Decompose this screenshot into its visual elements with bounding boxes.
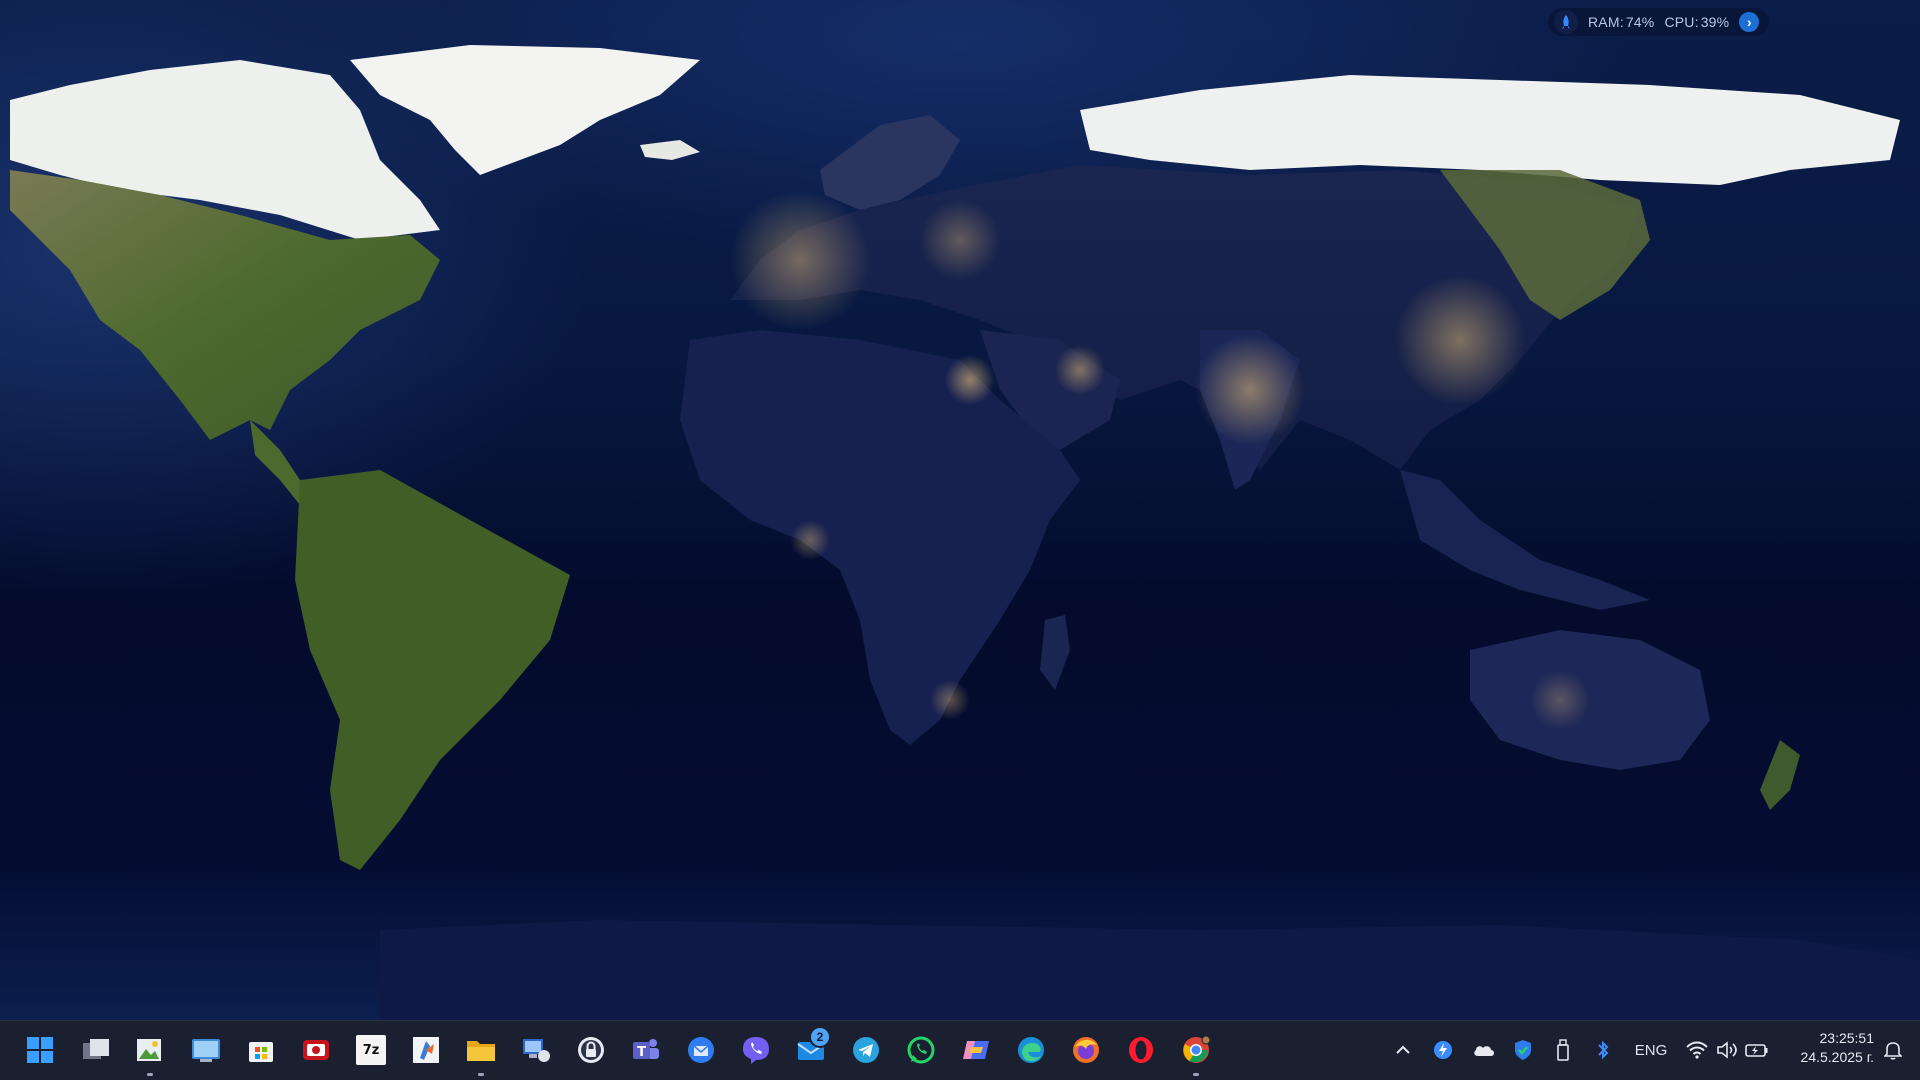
teams-app[interactable]: T — [624, 1028, 668, 1072]
tray-battery[interactable] — [1744, 1020, 1770, 1080]
opera-icon — [1129, 1037, 1153, 1063]
notifications-button[interactable] — [1878, 1020, 1908, 1080]
recorder-icon — [303, 1040, 329, 1060]
bell-icon — [1884, 1042, 1902, 1060]
battery-charging-icon — [1745, 1044, 1768, 1057]
cloud-icon — [1474, 1046, 1494, 1056]
image-editor-icon — [137, 1039, 161, 1061]
opera-app[interactable] — [1119, 1028, 1163, 1072]
tray-app-lightning[interactable] — [1430, 1020, 1456, 1080]
cpu-usage: CPU: 39% — [1664, 14, 1730, 30]
siberia-snow — [1080, 75, 1900, 185]
telegram-icon — [853, 1037, 879, 1063]
viber-app[interactable] — [734, 1028, 778, 1072]
iceland — [640, 140, 700, 160]
task-view-button[interactable] — [74, 1028, 118, 1072]
image-editor-app[interactable] — [128, 1028, 172, 1076]
mail-bird-icon — [688, 1037, 714, 1063]
thunderbird-app[interactable] — [679, 1028, 723, 1072]
windows-logo-icon — [27, 1037, 53, 1063]
chrome-icon — [1183, 1035, 1211, 1063]
control-panel-app[interactable] — [184, 1028, 228, 1072]
new-zealand — [1760, 740, 1800, 810]
chevron-up-icon — [1396, 1045, 1410, 1054]
start-button[interactable] — [18, 1028, 62, 1072]
madagascar — [1040, 615, 1070, 690]
tray-overflow-button[interactable] — [1390, 1020, 1416, 1080]
tray-wifi[interactable] — [1684, 1020, 1710, 1080]
dev-tool-icon — [413, 1037, 439, 1063]
whatsapp-app[interactable] — [899, 1028, 943, 1072]
copilot-icon — [963, 1041, 989, 1059]
remote-desktop-app[interactable] — [514, 1028, 558, 1072]
ms-store-app[interactable] — [239, 1028, 283, 1072]
shield-icon — [1515, 1040, 1531, 1060]
edge-icon — [1018, 1037, 1044, 1063]
speaker-icon — [1717, 1041, 1737, 1059]
archive-icon: 7z — [356, 1035, 386, 1065]
copilot-app[interactable] — [954, 1028, 998, 1072]
world-map-wallpaper — [10, 45, 1920, 1020]
tray-security[interactable] — [1510, 1020, 1536, 1080]
firefox-app[interactable] — [1064, 1028, 1108, 1072]
viber-icon — [743, 1037, 769, 1064]
language-indicator[interactable]: ENG — [1628, 1020, 1674, 1080]
lock-icon — [578, 1037, 604, 1063]
desktop-wallpaper: RAM: 74% CPU: 39% › — [0, 0, 1920, 1020]
ram-usage: RAM: 74% — [1588, 14, 1655, 30]
clock-time: 23:25:51 — [1819, 1030, 1875, 1046]
svg-text:T: T — [637, 1045, 646, 1060]
usb-drive-icon — [1557, 1039, 1569, 1061]
whatsapp-icon — [907, 1036, 935, 1064]
dev-tool-app[interactable] — [404, 1028, 448, 1072]
tray-onedrive[interactable] — [1470, 1020, 1498, 1080]
south-america — [295, 470, 570, 870]
clock-date: 24.5.2025 г. — [1800, 1049, 1874, 1065]
7zip-app[interactable]: 7z — [349, 1028, 393, 1072]
teams-icon: T — [633, 1039, 659, 1060]
vpn-app[interactable] — [569, 1028, 613, 1072]
running-indicator — [1193, 1073, 1199, 1076]
tray-volume[interactable] — [1714, 1020, 1740, 1080]
performance-widget[interactable]: RAM: 74% CPU: 39% › — [1548, 8, 1770, 36]
screen-recorder-app[interactable] — [294, 1028, 338, 1072]
running-indicator — [478, 1073, 484, 1076]
se-asia — [1400, 470, 1650, 610]
rocket-icon[interactable] — [1554, 10, 1578, 34]
telegram-app[interactable] — [844, 1028, 888, 1072]
mail-app[interactable]: 2 — [789, 1026, 833, 1072]
tray-usb[interactable] — [1550, 1020, 1576, 1080]
running-indicator — [147, 1073, 153, 1076]
wifi-icon — [1686, 1041, 1708, 1059]
firefox-icon — [1073, 1037, 1099, 1063]
lightning-icon — [1434, 1041, 1452, 1059]
notification-badge: 2 — [809, 1026, 831, 1048]
antarctica — [380, 920, 1920, 1020]
edge-app[interactable] — [1009, 1028, 1053, 1072]
file-explorer-app[interactable] — [459, 1028, 503, 1076]
arrow-right-icon[interactable]: › — [1739, 12, 1760, 32]
remote-desktop-icon — [523, 1039, 550, 1062]
folder-icon — [467, 1041, 495, 1061]
control-panel-icon — [192, 1039, 220, 1062]
chrome-app[interactable] — [1174, 1028, 1218, 1076]
store-icon — [249, 1042, 273, 1062]
bluetooth-icon — [1598, 1040, 1609, 1060]
clock[interactable]: 23:25:51 24.5.2025 г. — [1782, 1029, 1874, 1067]
tray-bluetooth[interactable] — [1590, 1020, 1616, 1080]
task-view-icon — [83, 1039, 109, 1059]
